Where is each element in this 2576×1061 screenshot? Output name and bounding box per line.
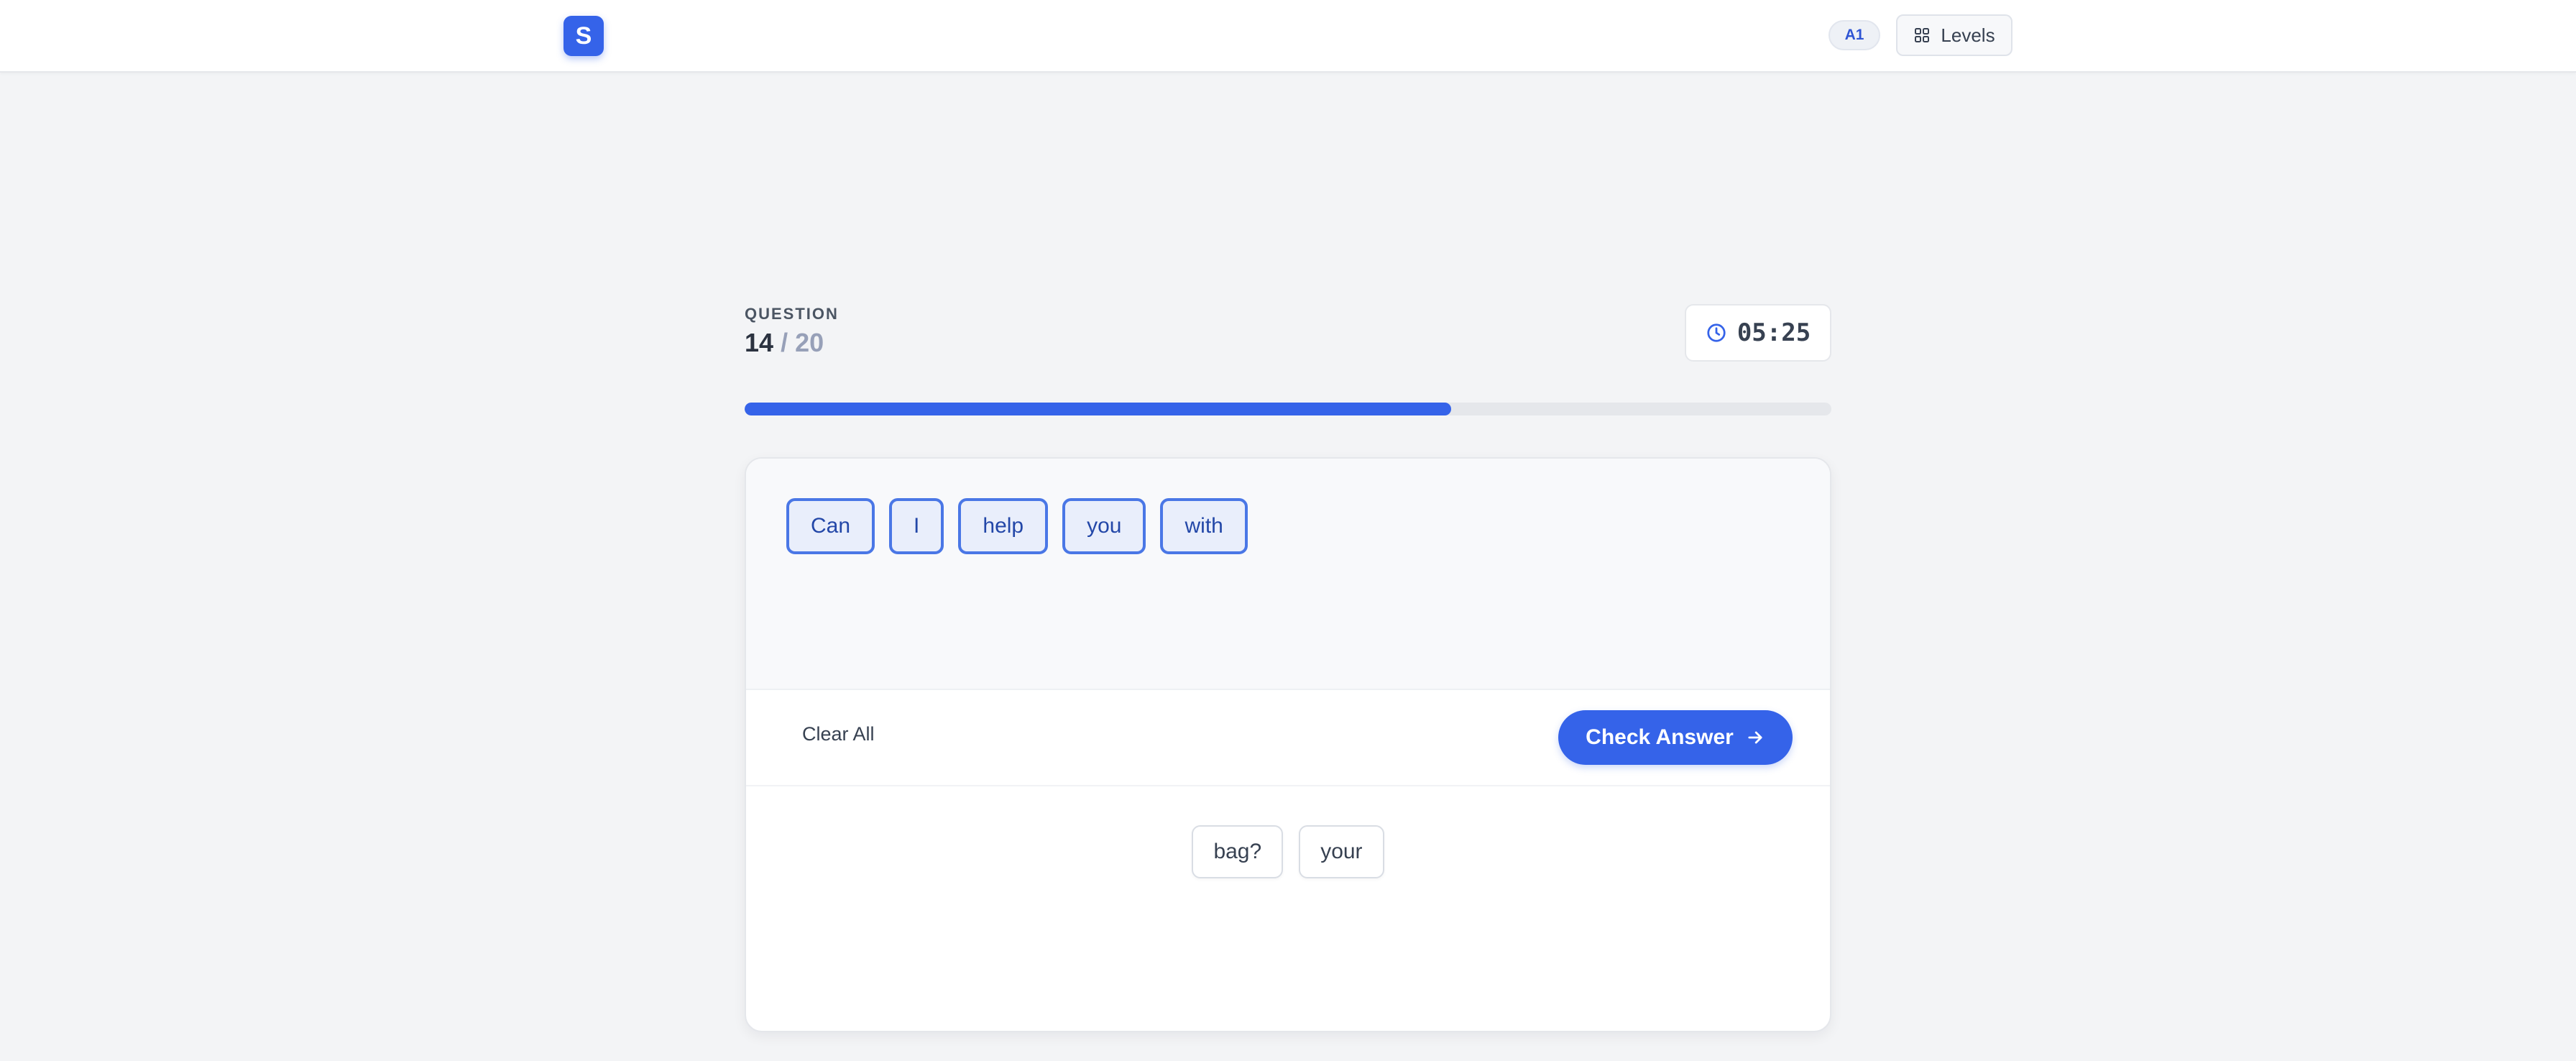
countdown-timer: 05:25	[1685, 304, 1831, 362]
arrow-right-icon	[1748, 731, 1762, 744]
levels-button-label: Levels	[1941, 24, 1995, 46]
word-bank: bag? your	[746, 786, 1830, 1031]
progress-bar-fill	[745, 403, 1451, 415]
levels-button[interactable]: Levels	[1896, 14, 2012, 56]
question-current: 14	[745, 328, 774, 357]
check-answer-button[interactable]: Check Answer	[1558, 710, 1793, 765]
word-bank-chip[interactable]: bag?	[1192, 825, 1284, 878]
current-level-badge: A1	[1828, 20, 1880, 50]
app-logo[interactable]: S	[564, 16, 604, 56]
clock-icon	[1707, 323, 1726, 342]
top-navbar: S A1 Levels	[0, 0, 2576, 73]
answer-word-chip[interactable]: help	[958, 498, 1049, 554]
question-counter: 14 / 20	[745, 328, 824, 358]
answer-area[interactable]: Can Ihelp you with	[746, 459, 1830, 690]
clear-all-button[interactable]: Clear All	[802, 723, 875, 745]
question-label: QUESTION	[745, 305, 839, 323]
word-bank-chip[interactable]: your	[1299, 825, 1384, 878]
action-row: Clear All Check Answer	[746, 690, 1830, 786]
answer-word-chip[interactable]: I	[889, 498, 944, 554]
question-total: / 20	[781, 328, 824, 357]
question-card: Can Ihelp you with Clear All Check Answer b…	[745, 457, 1831, 1032]
check-answer-label: Check Answer	[1586, 725, 1734, 749]
progress-bar	[745, 403, 1831, 415]
timer-value: 05:25	[1736, 318, 1811, 347]
answer-word-chip[interactable]: with	[1160, 498, 1248, 554]
grid-icon	[1915, 28, 1930, 42]
answer-word-chip[interactable]: you	[1062, 498, 1146, 554]
answer-word-chip[interactable]: Can	[786, 498, 875, 554]
